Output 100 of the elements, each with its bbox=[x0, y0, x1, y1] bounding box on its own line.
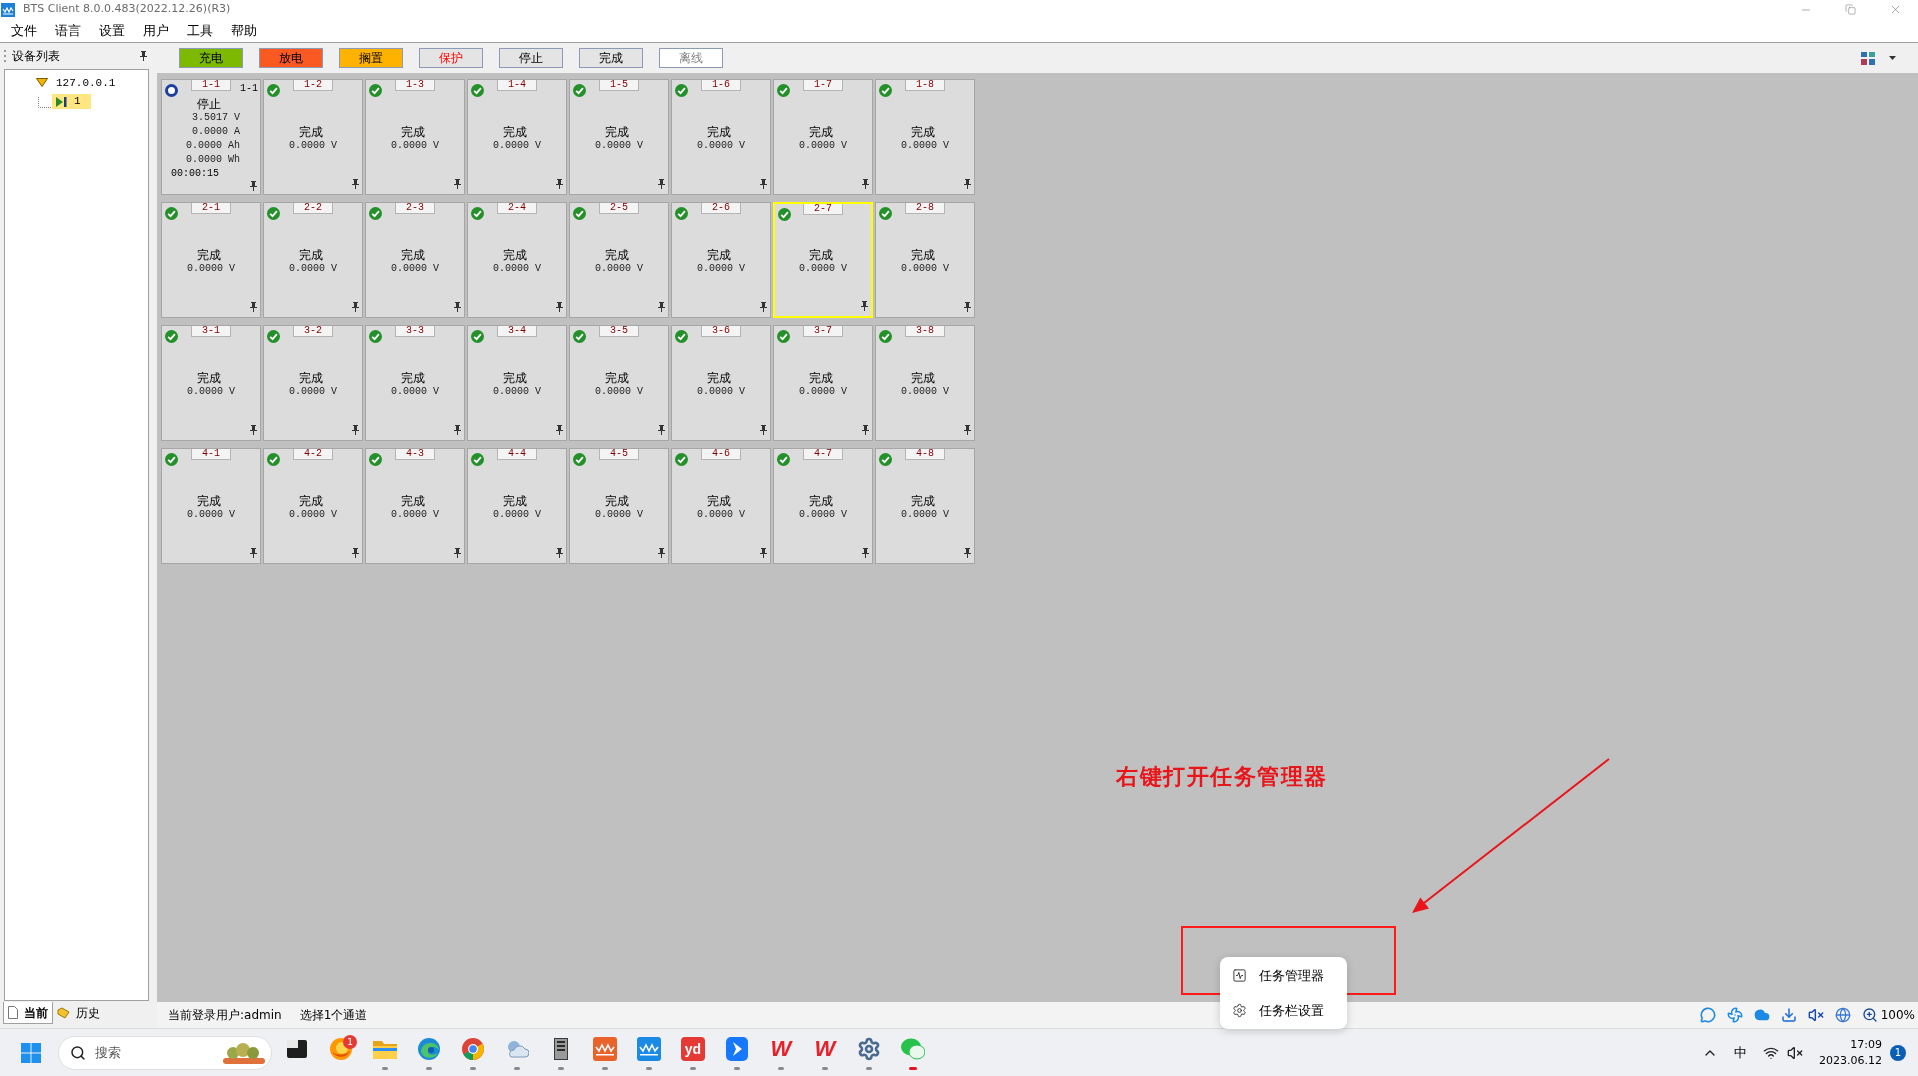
channel-card[interactable]: 1-6 完成 0.0000 V bbox=[671, 79, 771, 195]
pin-icon[interactable] bbox=[556, 548, 563, 558]
channel-card[interactable]: 2-8 完成 0.0000 V bbox=[875, 202, 975, 318]
search-bar[interactable]: 搜索 bbox=[58, 1035, 272, 1070]
globe-icon[interactable] bbox=[1834, 1007, 1851, 1023]
computer-tower-icon[interactable] bbox=[554, 1037, 568, 1060]
menu-item[interactable]: 工具 bbox=[178, 20, 222, 41]
pin-icon[interactable] bbox=[250, 548, 257, 558]
fan-icon[interactable] bbox=[1726, 1007, 1743, 1023]
pin-icon[interactable] bbox=[556, 179, 563, 189]
waveform-app-icon[interactable] bbox=[637, 1036, 661, 1061]
pin-icon[interactable] bbox=[964, 548, 971, 558]
pin-icon[interactable] bbox=[658, 548, 665, 558]
download-icon[interactable] bbox=[1780, 1007, 1797, 1023]
channel-card[interactable]: 1-4 完成 0.0000 V bbox=[467, 79, 567, 195]
channel-card[interactable]: 3-7 完成 0.0000 V bbox=[773, 325, 873, 441]
pin-icon[interactable] bbox=[964, 425, 971, 435]
pin-icon[interactable] bbox=[861, 301, 868, 311]
muted-speaker-icon[interactable] bbox=[1807, 1007, 1824, 1023]
channel-card[interactable]: 1-8 完成 0.0000 V bbox=[875, 79, 975, 195]
pin-icon[interactable] bbox=[658, 425, 665, 435]
channel-card[interactable]: 3-2 完成 0.0000 V bbox=[263, 325, 363, 441]
channel-card[interactable]: 4-2 完成 0.0000 V bbox=[263, 448, 363, 564]
pin-icon[interactable] bbox=[862, 425, 869, 435]
channel-card[interactable]: 4-3 完成 0.0000 V bbox=[365, 448, 465, 564]
pin-icon[interactable] bbox=[454, 548, 461, 558]
channel-card[interactable]: 2-4 完成 0.0000 V bbox=[467, 202, 567, 318]
channel-card[interactable]: 2-3 完成 0.0000 V bbox=[365, 202, 465, 318]
pin-icon[interactable] bbox=[352, 548, 359, 558]
channel-card[interactable]: 1-3 完成 0.0000 V bbox=[365, 79, 465, 195]
channel-card[interactable]: 3-4 完成 0.0000 V bbox=[467, 325, 567, 441]
channel-card[interactable]: 1-7 完成 0.0000 V bbox=[773, 79, 873, 195]
pin-icon[interactable] bbox=[352, 425, 359, 435]
notification-count-badge[interactable]: 1 bbox=[1890, 1044, 1906, 1061]
channel-card[interactable]: 1-2 完成 0.0000 V bbox=[263, 79, 363, 195]
pin-icon[interactable] bbox=[760, 302, 767, 312]
pin-icon[interactable] bbox=[454, 302, 461, 312]
channel-card[interactable]: 2-6 完成 0.0000 V bbox=[671, 202, 771, 318]
channel-card[interactable]: 3-5 完成 0.0000 V bbox=[569, 325, 669, 441]
channel-card[interactable]: 1-1 1-1 停止 3.5017 V 0.0000 A 0.0000 Ah 0.0000 Wh 00:00:15 bbox=[161, 79, 261, 195]
chat-bubble-icon[interactable] bbox=[1699, 1007, 1716, 1023]
cloud-icon[interactable] bbox=[1753, 1007, 1770, 1023]
tree-item[interactable]: 127.0.0.1 bbox=[55, 75, 117, 90]
menu-item[interactable]: 用户 bbox=[134, 20, 178, 41]
channel-card[interactable]: 4-6 完成 0.0000 V bbox=[671, 448, 771, 564]
grid-view-icon[interactable] bbox=[1861, 51, 1875, 65]
channel-card[interactable]: 4-5 完成 0.0000 V bbox=[569, 448, 669, 564]
pin-icon[interactable] bbox=[352, 302, 359, 312]
channel-card[interactable]: 2-7 完成 0.0000 V bbox=[773, 202, 873, 318]
pin-icon[interactable] bbox=[862, 179, 869, 189]
clock-button[interactable]: 17:09 2023.06.12 bbox=[1819, 1036, 1882, 1069]
dropdown-caret-icon[interactable] bbox=[1889, 56, 1896, 60]
app-logo[interactable]: W bbox=[813, 1036, 837, 1061]
pin-icon[interactable] bbox=[556, 425, 563, 435]
channel-card[interactable]: 2-1 完成 0.0000 V bbox=[161, 202, 261, 318]
menu-item[interactable]: 文件 bbox=[2, 20, 46, 41]
browser-logo-icon[interactable] bbox=[462, 1037, 484, 1060]
tree-item[interactable]: 1 bbox=[52, 94, 91, 109]
window-icon[interactable] bbox=[287, 1039, 307, 1058]
input-method-indicator[interactable]: 中 bbox=[1734, 1042, 1747, 1063]
channel-card[interactable]: 1-5 完成 0.0000 V bbox=[569, 79, 669, 195]
pin-icon[interactable] bbox=[658, 179, 665, 189]
muted-speaker-icon[interactable] bbox=[1787, 1044, 1803, 1061]
folder-icon[interactable] bbox=[373, 1038, 397, 1059]
channel-card[interactable]: 4-1 完成 0.0000 V bbox=[161, 448, 261, 564]
pin-icon[interactable] bbox=[760, 425, 767, 435]
app-logo[interactable]: W bbox=[769, 1036, 793, 1061]
menu-item[interactable]: 设置 bbox=[90, 20, 134, 41]
sidebar-tab[interactable]: 历史 bbox=[53, 1002, 104, 1024]
pin-icon[interactable] bbox=[658, 302, 665, 312]
pin-icon[interactable] bbox=[964, 302, 971, 312]
channel-card[interactable]: 2-2 完成 0.0000 V bbox=[263, 202, 363, 318]
menu-item[interactable]: 语言 bbox=[46, 20, 90, 41]
pin-icon[interactable] bbox=[140, 51, 147, 61]
pin-icon[interactable] bbox=[760, 179, 767, 189]
search-input[interactable]: 搜索 bbox=[95, 1042, 205, 1063]
arrow-app-icon[interactable] bbox=[726, 1036, 748, 1061]
channel-card[interactable]: 4-7 完成 0.0000 V bbox=[773, 448, 873, 564]
channel-card[interactable]: 3-3 完成 0.0000 V bbox=[365, 325, 465, 441]
pin-icon[interactable] bbox=[454, 425, 461, 435]
swirl-logo-icon[interactable] bbox=[418, 1037, 440, 1060]
settings-icon[interactable] bbox=[857, 1036, 881, 1061]
menu-item[interactable]: 帮助 bbox=[222, 20, 266, 41]
app-logo[interactable]: yd bbox=[681, 1036, 705, 1061]
pin-icon[interactable] bbox=[250, 181, 257, 191]
channel-card[interactable]: 3-6 完成 0.0000 V bbox=[671, 325, 771, 441]
context-menu-item[interactable]: 任务管理器 bbox=[1220, 958, 1347, 993]
pin-icon[interactable] bbox=[454, 179, 461, 189]
start-icon[interactable] bbox=[21, 1042, 41, 1063]
pin-icon[interactable] bbox=[250, 302, 257, 312]
channel-card[interactable]: 4-4 完成 0.0000 V bbox=[467, 448, 567, 564]
pin-icon[interactable] bbox=[556, 302, 563, 312]
pin-icon[interactable] bbox=[352, 179, 359, 189]
pin-icon[interactable] bbox=[760, 548, 767, 558]
channel-card[interactable]: 3-8 完成 0.0000 V bbox=[875, 325, 975, 441]
context-menu-item[interactable]: 任务栏设置 bbox=[1220, 993, 1347, 1028]
pin-icon[interactable] bbox=[862, 548, 869, 558]
expand-triangle-icon[interactable] bbox=[36, 78, 48, 87]
waveform-app-icon[interactable] bbox=[593, 1036, 617, 1061]
channel-card[interactable]: 2-5 完成 0.0000 V bbox=[569, 202, 669, 318]
